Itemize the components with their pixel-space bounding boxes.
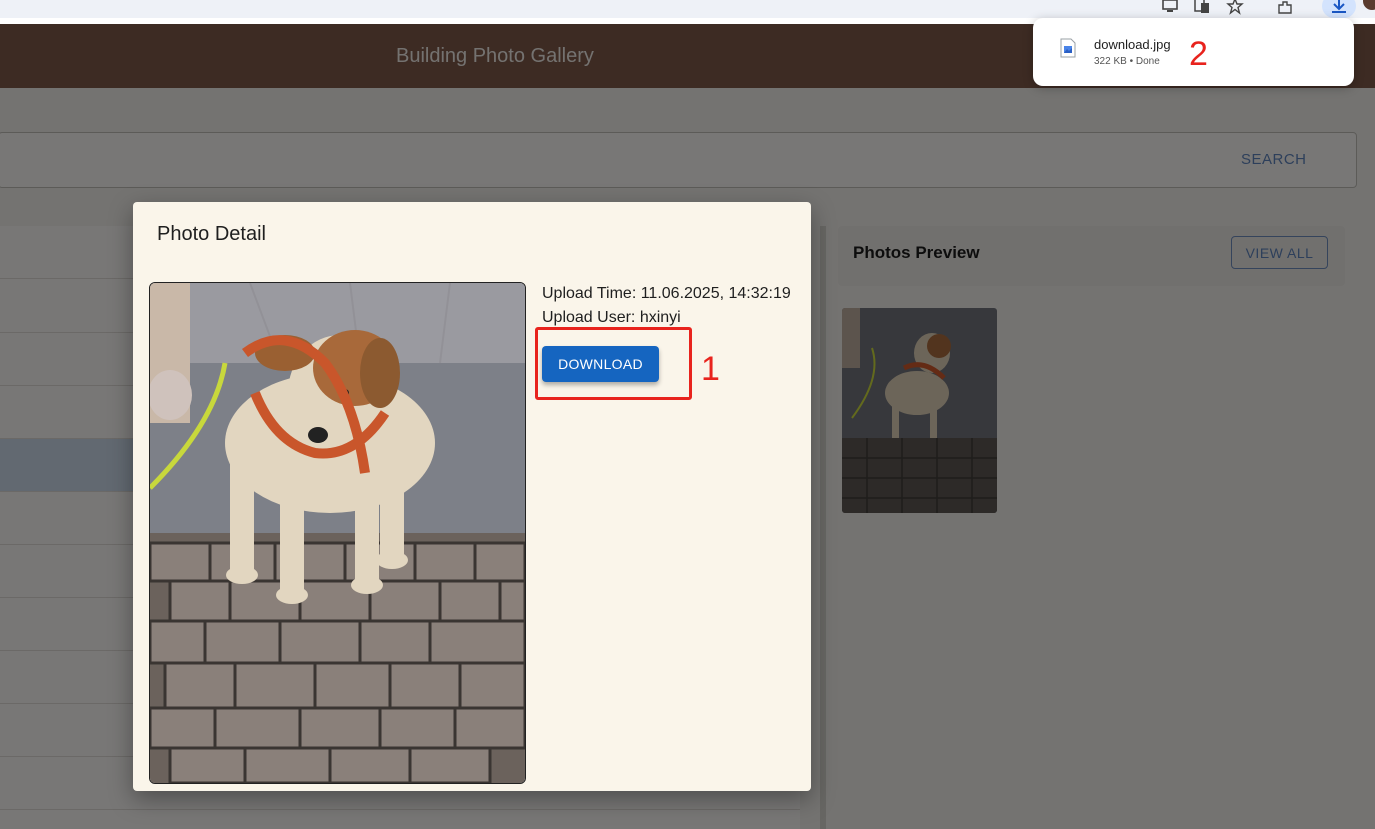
profile-avatar[interactable] [1363, 0, 1375, 10]
extensions-icon[interactable] [1276, 0, 1294, 15]
browser-toolbar [0, 0, 1375, 18]
download-icon [1332, 0, 1346, 13]
download-status: 322 KB • Done [1094, 56, 1160, 67]
dialog-title: Photo Detail [157, 223, 266, 245]
download-button[interactable] [1322, 0, 1356, 18]
translate-icon[interactable] [1193, 0, 1211, 15]
file-image-icon [1060, 38, 1076, 63]
star-icon[interactable] [1226, 0, 1244, 15]
upload-user: Upload User: hxinyi [542, 309, 681, 326]
monitor-icon[interactable] [1161, 0, 1179, 15]
photo-image [149, 282, 526, 784]
annotation-marker-1: 1 [701, 350, 720, 388]
upload-time: Upload Time: 11.06.2025, 14:32:19 [542, 285, 791, 302]
download-file-name[interactable]: download.jpg [1094, 37, 1171, 52]
annotation-highlight-box [535, 327, 692, 400]
annotation-marker-2: 2 [1189, 35, 1208, 73]
